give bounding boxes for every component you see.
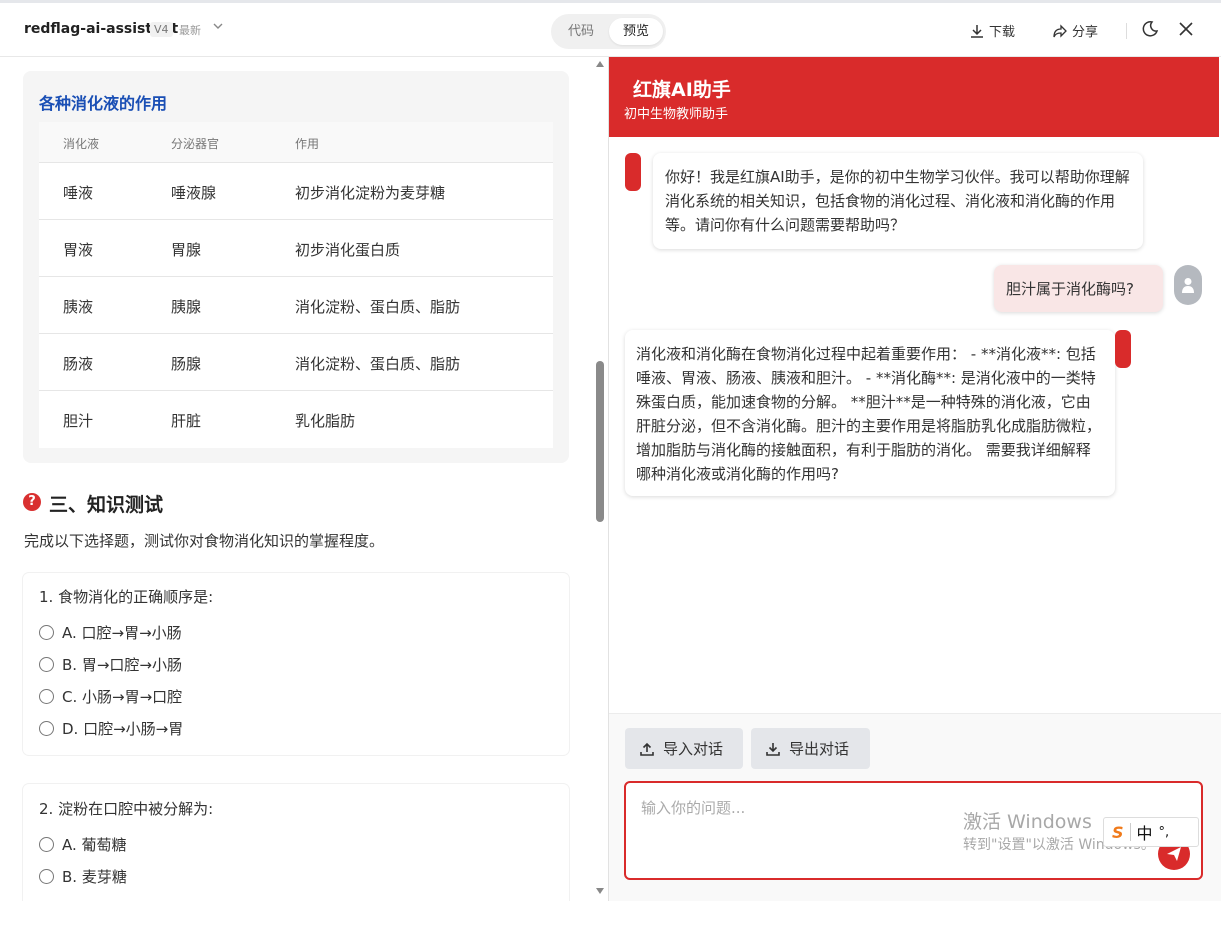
table-cell: 胃腺 bbox=[171, 241, 202, 259]
option-label: D. 口腔→小肠→胃 bbox=[62, 720, 184, 738]
table-cell: 肠液 bbox=[63, 355, 94, 373]
quiz-question-1: 1. 食物消化的正确顺序是: A. 口腔→胃→小肠 B. 胃→口腔→小肠 C. … bbox=[23, 573, 569, 755]
quiz-option[interactable]: C. 小肠→胃→口腔 bbox=[39, 686, 182, 707]
option-label: A. 口腔→胃→小肠 bbox=[62, 624, 182, 642]
option-label: A. 葡萄糖 bbox=[62, 836, 127, 854]
section-title: 三、知识测试 bbox=[49, 494, 164, 516]
scroll-up-arrow[interactable] bbox=[596, 61, 604, 67]
ime-toolbar[interactable]: S 中 °, bbox=[1103, 817, 1199, 847]
latest-label: 最新 bbox=[179, 24, 201, 37]
share-icon bbox=[1053, 23, 1067, 38]
upload-icon bbox=[640, 742, 654, 756]
table-cell: 肝脏 bbox=[171, 412, 202, 430]
question-text: 2. 淀粉在口腔中被分解为: bbox=[39, 800, 214, 818]
export-chat-button[interactable]: 导出对话 bbox=[751, 728, 870, 769]
option-label: B. 麦芽糖 bbox=[62, 868, 127, 886]
top-bar: redflag-ai-assistant V4 最新 代码 预览 下载 分享 bbox=[0, 0, 1221, 57]
scrollbar-thumb[interactable] bbox=[596, 361, 604, 522]
user-avatar bbox=[1174, 265, 1202, 305]
close-icon[interactable] bbox=[1176, 19, 1196, 39]
table-cell: 消化淀粉、蛋白质、脂肪 bbox=[295, 355, 461, 373]
ime-divider bbox=[1129, 823, 1131, 841]
radio-button[interactable] bbox=[39, 689, 54, 704]
user-message: 胆汁属于消化酶吗? bbox=[994, 265, 1163, 312]
radio-button[interactable] bbox=[39, 869, 54, 884]
table-cell: 初步消化蛋白质 bbox=[295, 241, 401, 259]
ai-message: 消化液和消化酶在食物消化过程中起着重要作用： - **消化液**: 包括唾液、胃… bbox=[625, 330, 1115, 496]
digest-table-title: 各种消化液的作用 bbox=[39, 94, 168, 113]
chevron-down-icon[interactable] bbox=[212, 20, 224, 35]
radio-button[interactable] bbox=[39, 657, 54, 672]
download-label: 下载 bbox=[989, 25, 1016, 40]
table-cell: 胰腺 bbox=[171, 298, 202, 316]
tab-preview[interactable]: 预览 bbox=[609, 18, 663, 45]
radio-button[interactable] bbox=[39, 625, 54, 640]
ai-avatar bbox=[625, 153, 641, 191]
quiz-option[interactable]: D. 口腔→小肠→胃 bbox=[39, 718, 183, 739]
table-row: 肠液 肠腺 消化淀粉、蛋白质、脂肪 bbox=[39, 334, 553, 391]
ai-avatar bbox=[1115, 330, 1131, 368]
quiz-option[interactable]: A. 口腔→胃→小肠 bbox=[39, 622, 182, 643]
digest-table: 消化液 分泌器官 作用 唾液 唾液腺 初步消化淀粉为麦芽糖 胃液 胃腺 初步消化… bbox=[39, 122, 553, 448]
view-toggle: 代码 预览 bbox=[551, 14, 666, 49]
table-cell: 乳化脂肪 bbox=[295, 412, 356, 430]
header-cell: 消化液 bbox=[63, 137, 100, 151]
radio-button[interactable] bbox=[39, 721, 54, 736]
version-badge: V4 bbox=[150, 22, 173, 37]
table-row: 胰液 胰腺 消化淀粉、蛋白质、脂肪 bbox=[39, 277, 553, 334]
header-cell: 作用 bbox=[295, 137, 320, 151]
table-cell: 肠腺 bbox=[171, 355, 202, 373]
option-label: B. 胃→口腔→小肠 bbox=[62, 656, 182, 674]
question-icon: ? bbox=[23, 493, 41, 511]
option-label: C. 小肠→胃→口腔 bbox=[62, 688, 183, 706]
activation-watermark: 激活 Windows bbox=[963, 811, 1092, 833]
quiz-option[interactable]: A. 葡萄糖 bbox=[39, 834, 127, 855]
quiz-option[interactable]: B. 胃→口腔→小肠 bbox=[39, 654, 182, 675]
table-header: 消化液 分泌器官 作用 bbox=[39, 122, 553, 163]
table-row: 胆汁 肝脏 乳化脂肪 bbox=[39, 391, 553, 448]
ime-punctuation[interactable]: °, bbox=[1159, 825, 1170, 840]
table-cell: 唾液腺 bbox=[171, 184, 217, 202]
share-button[interactable]: 分享 bbox=[1052, 21, 1098, 40]
download-icon bbox=[766, 742, 780, 756]
send-icon bbox=[1167, 847, 1181, 861]
download-button[interactable]: 下载 bbox=[969, 21, 1015, 40]
question-text: 1. 食物消化的正确顺序是: bbox=[39, 588, 214, 606]
table-cell: 消化淀粉、蛋白质、脂肪 bbox=[295, 298, 461, 316]
moon-icon[interactable] bbox=[1140, 19, 1160, 39]
download-icon bbox=[971, 24, 983, 38]
table-cell: 唾液 bbox=[63, 184, 94, 202]
radio-button[interactable] bbox=[39, 837, 54, 852]
import-chat-button[interactable]: 导入对话 bbox=[625, 728, 743, 769]
user-icon bbox=[1182, 278, 1194, 293]
ime-logo-icon: S bbox=[1112, 822, 1124, 842]
clip-mask bbox=[0, 901, 608, 941]
scroll-down-arrow[interactable] bbox=[596, 888, 604, 894]
table-cell: 胆汁 bbox=[63, 412, 94, 430]
share-label: 分享 bbox=[1072, 25, 1099, 40]
chat-subtitle: 初中生物教师助手 bbox=[624, 107, 729, 122]
export-chat-label: 导出对话 bbox=[789, 740, 850, 758]
tab-code[interactable]: 代码 bbox=[554, 18, 608, 45]
ime-language[interactable]: 中 bbox=[1137, 820, 1153, 844]
chat-title: 红旗AI助手 bbox=[633, 79, 731, 101]
section-description: 完成以下选择题，测试你对食物消化知识的掌握程度。 bbox=[24, 532, 385, 550]
quiz-option[interactable]: B. 麦芽糖 bbox=[39, 866, 127, 887]
table-row: 唾液 唾液腺 初步消化淀粉为麦芽糖 bbox=[39, 163, 553, 220]
table-cell: 胃液 bbox=[63, 241, 94, 259]
table-row: 胃液 胃腺 初步消化蛋白质 bbox=[39, 220, 553, 277]
table-cell: 胰液 bbox=[63, 298, 94, 316]
table-cell: 初步消化淀粉为麦芽糖 bbox=[295, 184, 446, 202]
import-chat-label: 导入对话 bbox=[663, 740, 724, 758]
toolbar-divider bbox=[1126, 23, 1127, 39]
header-cell: 分泌器官 bbox=[171, 137, 220, 151]
ai-message: 你好！我是红旗AI助手，是你的初中生物学习伙伴。我可以帮助你理解消化系统的相关知… bbox=[653, 153, 1143, 249]
